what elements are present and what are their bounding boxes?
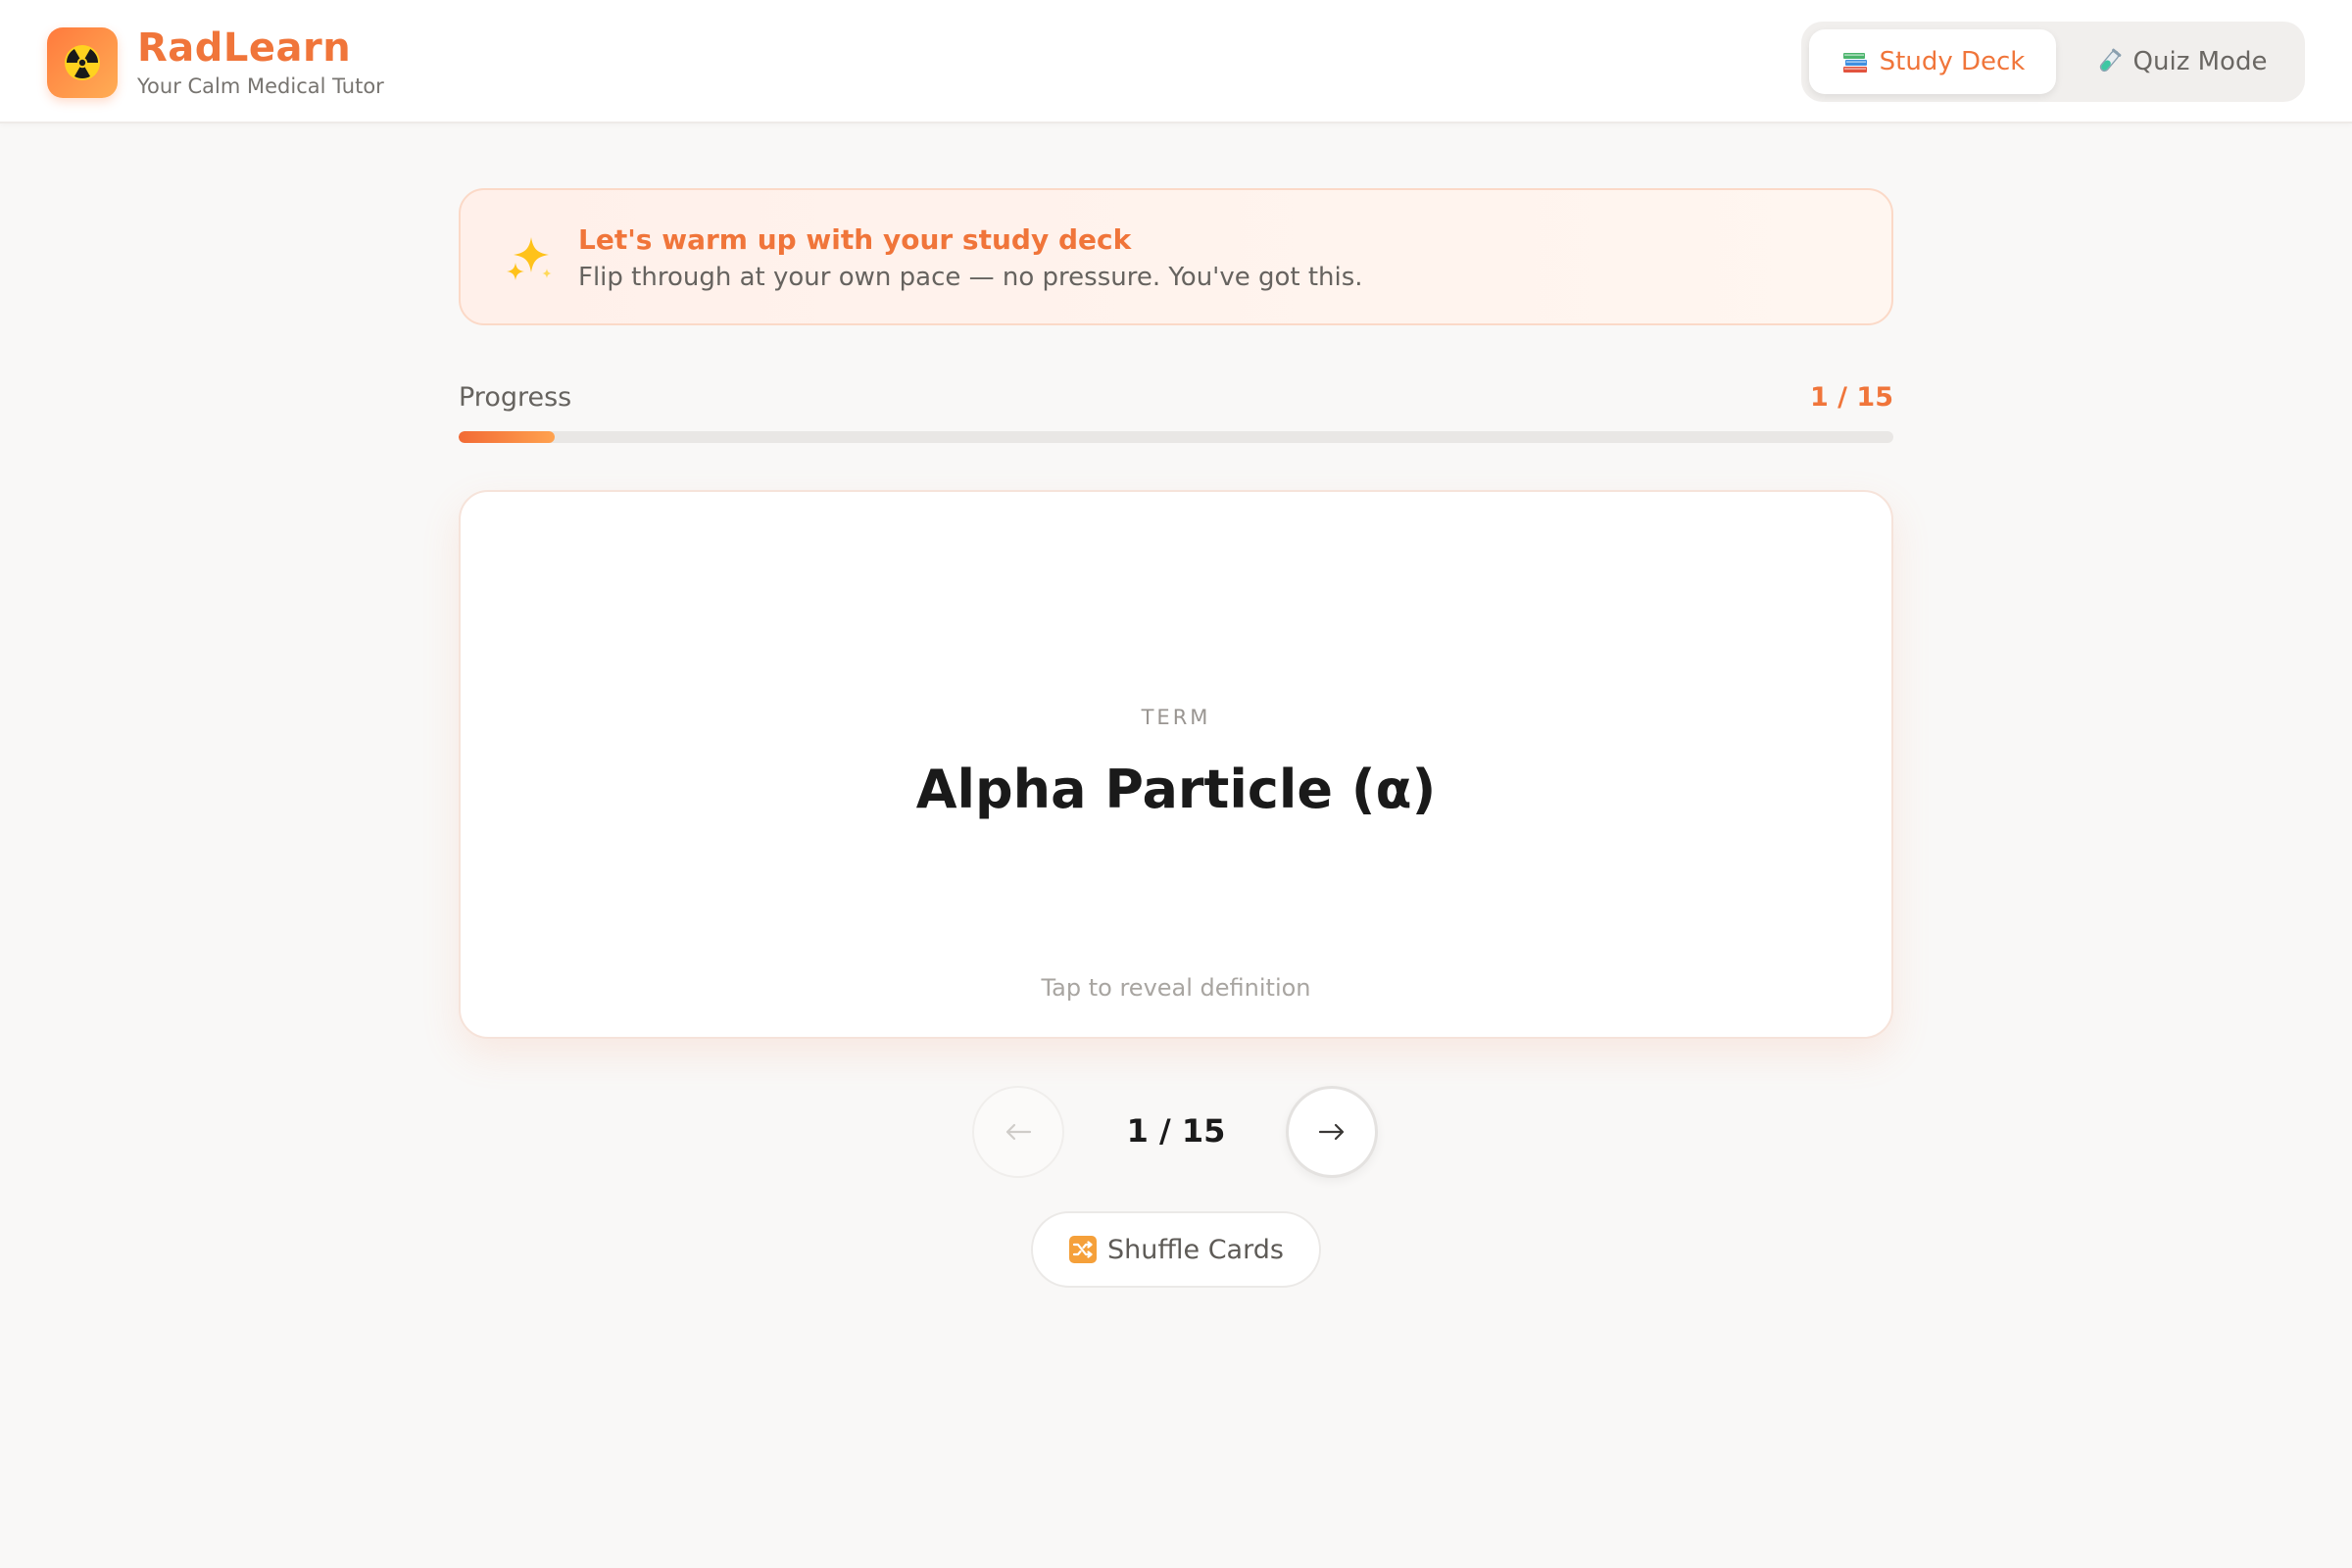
app-name: RadLearn <box>137 25 352 71</box>
quiz-mode-tab[interactable]: Quiz Mode <box>2064 29 2297 94</box>
card-kind-label: TERM <box>1141 706 1211 729</box>
flashcard[interactable]: TERM Alpha Particle (α) Tap to reveal de… <box>459 490 1893 1039</box>
banner-subtitle: Flip through at your own pace — no press… <box>578 263 1363 292</box>
card-term: Alpha Particle (α) <box>915 759 1437 820</box>
study-deck-tab[interactable]: Study Deck <box>1809 29 2056 94</box>
quiz-mode-label: Quiz Mode <box>2132 47 2268 76</box>
next-card-button[interactable] <box>1286 1086 1378 1178</box>
welcome-banner: Let's warm up with your study deck Flip … <box>459 188 1893 325</box>
arrow-left-icon <box>1005 1123 1032 1141</box>
previous-card-button[interactable] <box>972 1086 1064 1178</box>
card-reveal-hint: Tap to reveal definition <box>1041 974 1311 1002</box>
shuffle-cards-label: Shuffle Cards <box>1107 1234 1284 1265</box>
shuffle-cards-button[interactable]: Shuffle Cards <box>1031 1211 1321 1288</box>
progress-bar <box>459 431 1893 443</box>
progress-label: Progress <box>459 382 572 413</box>
banner-title: Let's warm up with your study deck <box>578 223 1132 256</box>
mode-switch: Study Deck Quiz Mode <box>1801 22 2305 102</box>
app-tagline: Your Calm Medical Tutor <box>137 74 384 98</box>
study-deck-label: Study Deck <box>1879 47 2026 76</box>
test-tube-icon <box>2094 47 2124 76</box>
shuffle-icon <box>1068 1235 1098 1264</box>
books-icon <box>1840 47 1870 76</box>
sparkles-icon <box>507 237 552 280</box>
arrow-right-icon <box>1318 1123 1345 1141</box>
radiation-icon <box>65 45 100 80</box>
app-header: RadLearn Your Calm Medical Tutor Study D… <box>0 0 2352 123</box>
card-counter: 1 / 15 <box>1126 1112 1226 1150</box>
app-logo[interactable] <box>47 27 118 98</box>
progress-bar-fill <box>459 431 555 443</box>
progress-count: 1 / 15 <box>1809 382 1893 413</box>
